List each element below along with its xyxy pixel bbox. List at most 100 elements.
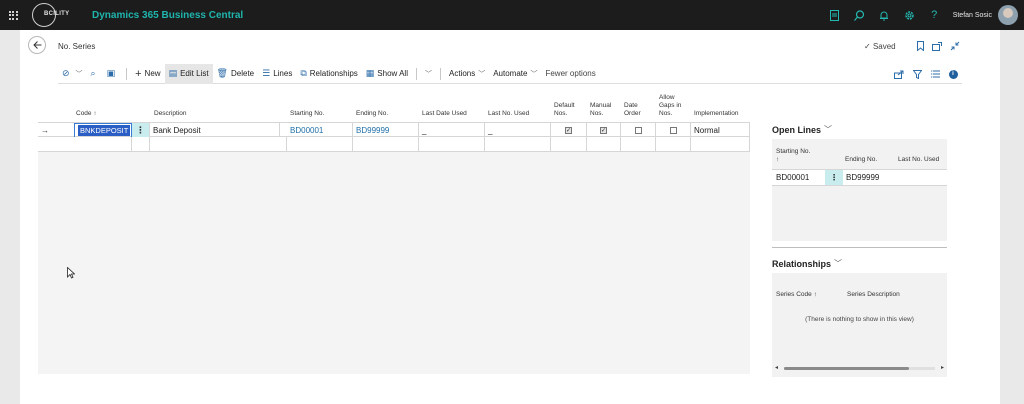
avatar[interactable]: [998, 5, 1018, 25]
open-new-window-icon[interactable]: [930, 39, 944, 53]
column-header-starting-no[interactable]: Starting No.: [290, 110, 324, 118]
grid-header: Code ↑ Description Starting No. Ending N…: [38, 90, 750, 122]
bell-icon[interactable]: [872, 0, 897, 30]
scroll-left-icon[interactable]: ◂: [775, 364, 778, 371]
top-bar: BCILITY Dynamics 365 Business Central ? …: [0, 0, 1024, 30]
column-header-ending-no[interactable]: Ending No.: [356, 110, 388, 118]
show-all-icon: ▦: [365, 68, 375, 78]
background-margin-left: [0, 30, 20, 404]
edit-list-icon: ▤: [168, 68, 178, 78]
implementation-cell[interactable]: Normal: [691, 123, 750, 138]
date-order-checkbox[interactable]: [634, 127, 642, 134]
column-header-code[interactable]: Code ↑: [76, 110, 97, 118]
column-header-implementation[interactable]: Implementation: [694, 110, 738, 118]
help-icon[interactable]: ?: [922, 0, 947, 30]
fewer-options-button[interactable]: Fewer options: [541, 64, 599, 84]
show-all-dropdown[interactable]: ﹀: [421, 64, 436, 84]
app-launcher-icon[interactable]: [2, 0, 24, 30]
user-name[interactable]: Stefan Sosic: [953, 12, 992, 19]
lines-button[interactable]: ☰ Lines: [258, 64, 296, 84]
delete-button[interactable]: 🗑 Delete: [213, 64, 259, 84]
table-row-new[interactable]: [38, 137, 750, 152]
chevron-down-icon: ﹀: [424, 70, 432, 78]
company-logo: BCILITY: [32, 0, 82, 30]
chevron-down-icon: ﹀: [75, 70, 83, 78]
open-lines-col-ending-no[interactable]: Ending No.: [845, 156, 877, 164]
code-cell[interactable]: BNKDEPOSIT: [74, 123, 132, 138]
horizontal-scrollbar[interactable]: ◂ ▸: [772, 365, 947, 371]
column-header-default-nos[interactable]: Default Nos.: [554, 102, 575, 118]
open-lines-row-actions-button[interactable]: ⋮: [825, 170, 843, 185]
page-title: No. Series: [58, 42, 96, 51]
relationships-icon: ⧉: [300, 68, 307, 78]
code-value[interactable]: BNKDEPOSIT: [78, 125, 131, 136]
starting-no-cell[interactable]: BD00001: [287, 123, 353, 138]
chevron-down-icon: ﹀: [824, 125, 833, 134]
table-row[interactable]: → BNKDEPOSIT ⋮ Bank Deposit BD00001 BD99…: [38, 122, 750, 138]
last-no-used-cell[interactable]: _: [485, 123, 551, 138]
automate-menu[interactable]: Automate ﹀: [489, 64, 541, 84]
collapse-icon[interactable]: [948, 39, 962, 53]
lines-icon: ☰: [262, 68, 271, 78]
manual-nos-checkbox[interactable]: ✓: [600, 127, 607, 134]
actions-menu[interactable]: Actions ﹀: [445, 64, 489, 84]
open-lines-starting-no[interactable]: BD00001: [773, 170, 825, 185]
scrollbar-thumb[interactable]: [784, 367, 909, 370]
search-list-button[interactable]: ⊘ ﹀: [58, 64, 87, 84]
app-title[interactable]: Dynamics 365 Business Central: [92, 10, 243, 21]
open-lines-col-last-no-used[interactable]: Last No. Used: [898, 156, 939, 164]
open-lines-ending-no[interactable]: BD99999: [843, 170, 903, 185]
no-series-grid: Code ↑ Description Starting No. Ending N…: [38, 90, 750, 152]
column-header-last-date-used[interactable]: Last Date Used: [422, 110, 467, 118]
column-header-manual-nos[interactable]: Manual Nos.: [590, 102, 611, 118]
relationships-title[interactable]: Relationships ﹀: [772, 258, 842, 269]
list-item[interactable]: BD00001 ⋮ BD99999: [772, 169, 947, 186]
show-all-button[interactable]: ▦ Show All: [362, 64, 412, 84]
row-actions-button[interactable]: ⋮: [132, 123, 150, 138]
relationships-part: Series Code ↑ Series Description (There …: [772, 273, 947, 377]
relationships-col-series-description[interactable]: Series Description: [847, 291, 900, 299]
chevron-down-icon: ﹀: [478, 70, 486, 78]
column-header-date-order[interactable]: Date Order: [624, 102, 641, 118]
bookmark-icon[interactable]: [913, 39, 927, 53]
list-view-icon[interactable]: [926, 64, 944, 84]
plus-icon: +: [135, 67, 142, 80]
filter-icon[interactable]: [908, 64, 926, 84]
open-lines-title[interactable]: Open Lines ﹀: [772, 124, 832, 135]
default-nos-cell: ✓: [551, 123, 587, 138]
edit-list-button[interactable]: ▤ Edit List: [164, 63, 213, 84]
filter-pane-icon: ⊘: [62, 68, 70, 78]
share-icon[interactable]: [890, 64, 908, 84]
arrow-left-icon: [32, 41, 41, 49]
column-header-description[interactable]: Description: [154, 110, 187, 118]
info-icon[interactable]: i: [944, 64, 962, 84]
relationships-button[interactable]: ⧉ Relationships: [296, 64, 361, 84]
search-icon[interactable]: [847, 0, 872, 30]
table-icon: ▣: [106, 68, 116, 78]
new-button[interactable]: + New: [131, 64, 164, 84]
default-nos-checkbox[interactable]: ✓: [565, 127, 572, 134]
back-button[interactable]: [28, 36, 46, 54]
open-lines-col-starting-no[interactable]: Starting No. ↑: [776, 148, 810, 164]
gear-icon[interactable]: [897, 0, 922, 30]
document-icon[interactable]: [822, 0, 847, 30]
open-lines-part: Starting No. ↑ Ending No. Last No. Used B…: [772, 139, 947, 241]
analyze-button[interactable]: ▣: [103, 64, 123, 84]
column-header-last-no-used[interactable]: Last No. Used: [488, 110, 529, 118]
allow-gaps-checkbox[interactable]: [669, 127, 677, 134]
factbox-divider: [772, 247, 947, 248]
relationships-col-series-code[interactable]: Series Code ↑: [776, 291, 817, 299]
scroll-right-icon[interactable]: ▸: [941, 364, 944, 371]
chevron-down-icon: ﹀: [834, 259, 843, 268]
description-cell[interactable]: Bank Deposit: [150, 123, 280, 138]
grid-empty-area: [38, 152, 750, 374]
ending-no-cell[interactable]: BD99999: [353, 123, 419, 138]
last-date-used-cell[interactable]: _: [419, 123, 485, 138]
background-margin-right: [1000, 30, 1024, 404]
column-header-allow-gaps[interactable]: Allow Gaps in Nos.: [659, 94, 681, 118]
search-button[interactable]: ⌕: [87, 64, 103, 84]
action-bar: ⊘ ﹀ ⌕ ▣ + New ▤ Edit List 🗑 Delete ☰ Lines ⧉ R…: [58, 63, 962, 84]
checkmark-icon: ✓: [864, 42, 871, 51]
mouse-cursor-icon: [67, 267, 75, 279]
saved-status: ✓ Saved: [864, 42, 896, 51]
